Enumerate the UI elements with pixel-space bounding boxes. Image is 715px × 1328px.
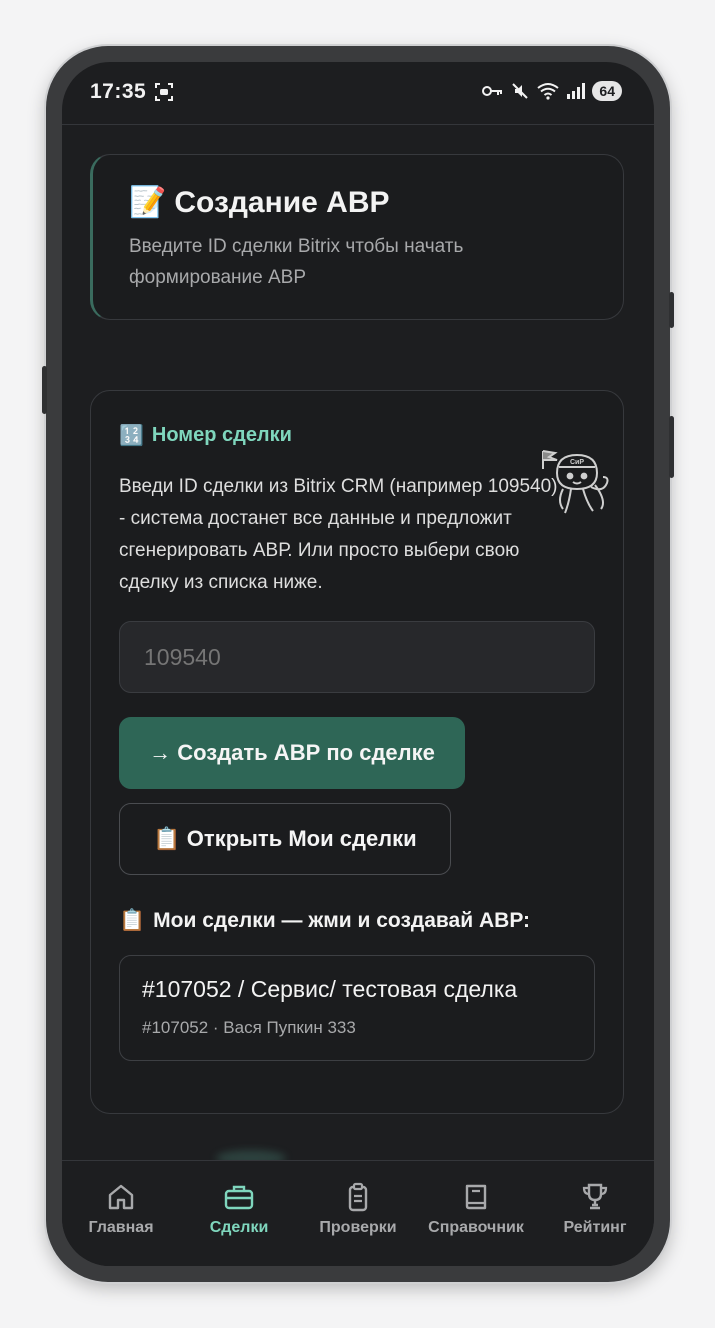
- section-label-text: Номер сделки: [151, 424, 292, 446]
- bottom-nav: Главная Сделки Проверки Справочник Рейти…: [62, 1160, 654, 1266]
- screen: 17:35 64 📝 Создание АВР Введите ID сделк…: [62, 62, 654, 1266]
- header-card: 📝 Создание АВР Введите ID сделки Bitrix …: [90, 154, 624, 320]
- trophy-icon: [582, 1183, 608, 1210]
- screen-record-icon: [155, 83, 173, 101]
- nav-label-home: Главная: [88, 1219, 154, 1236]
- status-time: 17:35: [90, 80, 147, 103]
- section-label: 🔢 Номер сделки: [119, 423, 292, 448]
- page-subtitle: Введите ID сделки Bitrix чтобы начать фо…: [129, 236, 464, 288]
- nav-label-checks: Проверки: [319, 1219, 397, 1236]
- open-my-deals-button[interactable]: 📋 Открыть Мои сделки: [119, 803, 451, 875]
- status-icons: 64: [482, 81, 622, 101]
- deal-subtitle: #107052 · Вася Пупкин 333: [142, 1018, 356, 1037]
- phone-frame: 17:35 64 📝 Создание АВР Введите ID сделк…: [42, 46, 674, 1282]
- deal-id-input[interactable]: [119, 621, 595, 693]
- nav-item-rating[interactable]: Рейтинг: [536, 1181, 654, 1237]
- signal-icon: [567, 83, 586, 99]
- mute-icon: [512, 83, 529, 99]
- deal-form-card: 🔢 Номер сделки СиР Введи ID сделки из Bi…: [90, 390, 624, 1114]
- nav-label-deals: Сделки: [209, 1219, 269, 1236]
- mascot-text: СиР: [570, 459, 584, 466]
- nav-label-reference: Справочник: [428, 1219, 524, 1236]
- numbers-icon: 🔢: [119, 425, 144, 447]
- nav-item-reference[interactable]: Справочник: [417, 1181, 535, 1237]
- my-deals-label-text: Мои сделки — жми и создавай АВР:: [153, 909, 531, 932]
- clipboard-icon: [348, 1182, 368, 1212]
- nav-item-deals[interactable]: Сделки: [180, 1181, 298, 1237]
- page-title: 📝 Создание АВР: [129, 185, 390, 220]
- power-button: [669, 416, 674, 478]
- nav-item-checks[interactable]: Проверки: [299, 1181, 417, 1237]
- home-icon: [108, 1184, 134, 1210]
- book-icon: [465, 1184, 487, 1210]
- status-bar: 17:35 64: [62, 62, 654, 124]
- memo-icon: 📝: [129, 186, 167, 219]
- side-button: [669, 292, 674, 328]
- my-deals-label: 📋 Мои сделки — жми и создавай АВР:: [119, 909, 530, 933]
- battery-indicator: 64: [592, 81, 622, 101]
- create-avr-button[interactable]: → Создать АВР по сделке: [119, 717, 465, 789]
- volume-button: [42, 366, 47, 414]
- divider: [62, 124, 654, 125]
- form-description: Введи ID сделки из Bitrix CRM (например …: [119, 476, 558, 593]
- clipboard-emoji-icon: 📋: [119, 909, 146, 932]
- wifi-icon: [537, 83, 560, 100]
- briefcase-icon: [224, 1185, 254, 1210]
- deal-list-item[interactable]: #107052 / Сервис/ тестовая сделка #10705…: [119, 955, 595, 1061]
- nav-label-rating: Рейтинг: [563, 1219, 627, 1236]
- deal-title: #107052 / Сервис/ тестовая сделка: [142, 976, 518, 1002]
- page-title-text: Создание АВР: [174, 185, 390, 219]
- nav-item-home[interactable]: Главная: [62, 1181, 180, 1237]
- key-icon: [482, 86, 503, 96]
